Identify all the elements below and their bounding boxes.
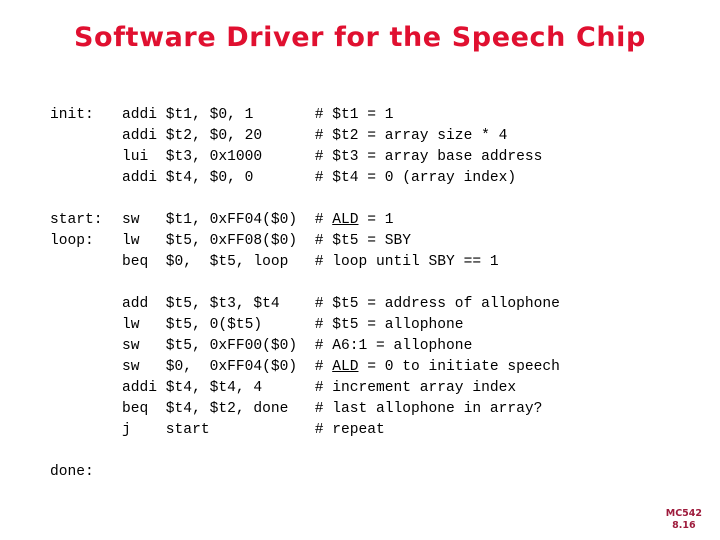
code-operands: $t5, 0xFF00($0) <box>165 338 315 354</box>
code-comment: # $t3 = array base address <box>314 149 543 165</box>
code-line: beq $0, $t5, loop # loop until SBY == 1 <box>50 252 560 273</box>
code-line: start: sw $t1, 0xFF04($0) # ALD = 1 <box>50 210 560 231</box>
code-label: loop: <box>50 233 94 249</box>
code-comment: # $t5 = address of allophone <box>314 296 560 312</box>
code-comment: # $t1 = 1 <box>314 107 394 123</box>
code-line: loop: lw $t5, 0xFF08($0) # $t5 = SBY <box>50 231 560 252</box>
active-low-signal-label: ALD <box>332 359 359 375</box>
code-mnemonic: sw <box>122 212 166 228</box>
code-mnemonic: beq <box>122 254 166 270</box>
code-line: lw $t5, 0($t5) # $t5 = allophone <box>50 315 560 336</box>
code-comment: # loop until SBY == 1 <box>314 254 499 270</box>
code-label: done: <box>50 464 94 480</box>
code-line: add $t5, $t3, $t4 # $t5 = address of all… <box>50 294 560 315</box>
code-operands: $0, 0xFF04($0) <box>165 359 315 375</box>
code-mnemonic: lui <box>122 149 166 165</box>
code-line: addi $t4, $0, 0 # $t4 = 0 (array index) <box>50 168 560 189</box>
code-mnemonic: addi <box>122 380 166 396</box>
code-comment: # A6:1 = allophone <box>314 338 473 354</box>
code-operands <box>166 462 315 483</box>
code-operands: $t2, $0, 20 <box>165 128 315 144</box>
code-mnemonic: addi <box>122 170 166 186</box>
code-operands: $t4, $t2, done <box>165 401 315 417</box>
code-comment: # repeat <box>314 422 385 438</box>
code-label: start: <box>50 212 103 228</box>
footer-page-number: 8.16 <box>672 520 696 531</box>
code-line: sw $t5, 0xFF00($0) # A6:1 = allophone <box>50 336 560 357</box>
code-line: beq $t4, $t2, done # last allophone in a… <box>50 399 560 420</box>
active-low-signal-label: ALD <box>332 212 359 228</box>
code-mnemonic: sw <box>122 338 166 354</box>
code-comment: # increment array index <box>314 380 517 396</box>
slide: Software Driver for the Speech Chip init… <box>0 0 720 540</box>
code-operands: $t5, 0xFF08($0) <box>165 233 315 249</box>
code-mnemonic: j <box>122 422 166 438</box>
code-operands: $t5, 0($t5) <box>165 317 315 333</box>
code-comment: # $t5 = allophone <box>314 317 464 333</box>
code-mnemonic: addi <box>122 128 166 144</box>
code-mnemonic: add <box>122 296 166 312</box>
code-operands: $t3, 0x1000 <box>165 149 315 165</box>
code-comment: # $t4 = 0 (array index) <box>314 170 517 186</box>
code-mnemonic <box>122 462 166 483</box>
code-operands: $t4, $t4, 4 <box>165 380 315 396</box>
code-mnemonic: beq <box>122 401 166 417</box>
code-operands: $t1, $0, 1 <box>165 107 315 123</box>
code-line: init: addi $t1, $0, 1 # $t1 = 1 <box>50 105 560 126</box>
code-comment: # ALD = 1 <box>314 212 394 228</box>
code-block: init: addi $t1, $0, 1 # $t1 = 1 addi $t2, … <box>50 105 560 189</box>
code-operands: start <box>165 422 315 438</box>
code-operands: $t4, $0, 0 <box>165 170 315 186</box>
code-block: add $t5, $t3, $t4 # $t5 = address of all… <box>50 294 560 441</box>
code-operands: $0, $t5, loop <box>165 254 315 270</box>
assembly-code-listing: init: addi $t1, $0, 1 # $t1 = 1 addi $t2, … <box>50 105 560 483</box>
code-line: j start # repeat <box>50 420 560 441</box>
code-line: lui $t3, 0x1000 # $t3 = array base addre… <box>50 147 560 168</box>
slide-footer: MC542 8.16 <box>666 508 702 532</box>
code-mnemonic: addi <box>122 107 166 123</box>
code-line: sw $0, 0xFF04($0) # ALD = 0 to initiate … <box>50 357 560 378</box>
code-operands: $t1, 0xFF04($0) <box>165 212 315 228</box>
code-mnemonic: sw <box>122 359 166 375</box>
code-label: init: <box>50 107 94 123</box>
code-mnemonic: lw <box>122 317 166 333</box>
code-block: done: <box>50 462 560 483</box>
code-comment: # $t2 = array size * 4 <box>314 128 508 144</box>
code-line: addi $t2, $0, 20 # $t2 = array size * 4 <box>50 126 560 147</box>
code-line: done: <box>50 462 560 483</box>
code-comment: # $t5 = SBY <box>314 233 412 249</box>
page-title: Software Driver for the Speech Chip <box>74 22 646 53</box>
code-mnemonic: lw <box>122 233 166 249</box>
code-operands: $t5, $t3, $t4 <box>165 296 315 312</box>
footer-course-code: MC542 <box>665 508 702 519</box>
code-block: start: sw $t1, 0xFF04($0) # ALD = 1 loop: l… <box>50 210 560 273</box>
code-line: addi $t4, $t4, 4 # increment array index <box>50 378 560 399</box>
code-comment: # last allophone in array? <box>314 401 543 417</box>
code-comment: # ALD = 0 to initiate speech <box>314 359 560 375</box>
